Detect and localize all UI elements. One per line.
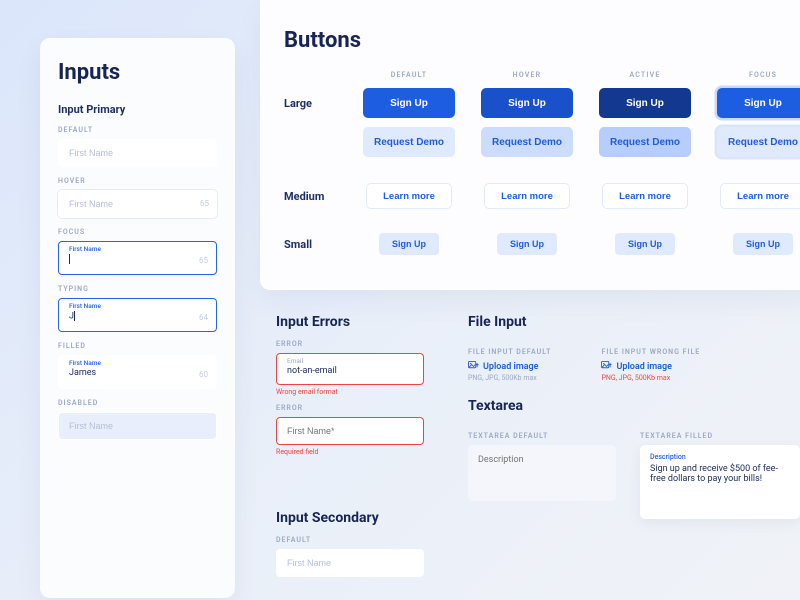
btn-small-default[interactable]: Sign Up — [379, 233, 439, 255]
input-error-required[interactable] — [276, 417, 424, 445]
error1-value: not-an-email — [287, 366, 337, 376]
caret-icon — [69, 254, 70, 264]
state-label-disabled: DISABLED — [58, 399, 217, 407]
col-default: DEFAULT — [350, 71, 468, 79]
input-typing-count: 64 — [199, 299, 208, 333]
caret-icon — [74, 311, 75, 321]
btn-primary-focus[interactable]: Sign Up — [717, 88, 800, 118]
error2-msg: Required field — [276, 448, 446, 456]
input-errors-section: Input Errors ERROR Email not-an-email Wr… — [276, 314, 446, 456]
input-typing-label: First Name — [69, 302, 101, 310]
image-upload-icon — [601, 361, 612, 370]
btn-primary-active[interactable]: Sign Up — [599, 88, 691, 118]
file-wrong-hint: PNG, JPG, 500Kb max — [601, 374, 700, 382]
btn-secondary-default[interactable]: Request Demo — [363, 127, 455, 157]
image-upload-icon — [468, 361, 479, 370]
ta-default-label: TEXTAREA DEFAULT — [468, 432, 616, 440]
file-upload-wrong[interactable]: Upload image — [601, 361, 700, 372]
input-filled-count: 60 — [199, 356, 208, 390]
input-default[interactable] — [58, 139, 217, 167]
file-default-label: FILE INPUT DEFAULT — [468, 348, 551, 356]
btn-outline-default[interactable]: Learn more — [366, 183, 452, 209]
error1-float: Email — [287, 357, 303, 365]
secondary-label: DEFAULT — [276, 536, 476, 544]
input-focus-label: First Name — [69, 245, 101, 253]
btn-secondary-hover[interactable]: Request Demo — [481, 127, 573, 157]
file-textarea-section: File Input FILE INPUT DEFAULT Upload ima… — [468, 314, 778, 519]
input-filled-value: James — [69, 368, 96, 378]
textarea-filled[interactable]: Description Sign up and receive $500 of … — [640, 445, 800, 519]
state-label-hover: HOVER — [58, 177, 217, 185]
buttons-title: Buttons — [284, 28, 800, 53]
btn-small-focus[interactable]: Sign Up — [733, 233, 793, 255]
state-label-focus: FOCUS — [58, 228, 217, 236]
input-focus[interactable]: First Name 65 — [58, 241, 217, 275]
btn-small-active[interactable]: Sign Up — [615, 233, 675, 255]
textarea-title: Textarea — [468, 398, 778, 414]
errors-title: Input Errors — [276, 314, 446, 330]
btn-secondary-active[interactable]: Request Demo — [599, 127, 691, 157]
btn-outline-focus[interactable]: Learn more — [720, 183, 800, 209]
ta-filled-value: Sign up and receive $500 of fee-free dol… — [650, 464, 790, 484]
btn-outline-active[interactable]: Learn more — [602, 183, 688, 209]
btn-primary-default[interactable]: Sign Up — [363, 88, 455, 118]
input-typing[interactable]: First Name J 64 — [58, 298, 217, 332]
error1-msg: Wrong email format — [276, 388, 446, 396]
error1-label: ERROR — [276, 340, 446, 348]
btn-small-hover[interactable]: Sign Up — [497, 233, 557, 255]
file-title: File Input — [468, 314, 778, 330]
file-default-hint: PNG, JPG, 500Kb max — [468, 374, 551, 382]
input-error-email[interactable]: Email not-an-email — [276, 353, 424, 385]
file-upload-default[interactable]: Upload image — [468, 361, 551, 372]
state-label-default: DEFAULT — [58, 126, 217, 134]
error2-label: ERROR — [276, 404, 446, 412]
buttons-card: Buttons DEFAULT HOVER ACTIVE FOCUS Large… — [260, 0, 800, 290]
input-hover[interactable] — [58, 190, 217, 218]
inputs-section: Input Primary — [58, 103, 217, 116]
btn-secondary-focus[interactable]: Request Demo — [717, 127, 800, 157]
inputs-title: Inputs — [58, 60, 217, 85]
col-active: ACTIVE — [586, 71, 704, 79]
col-hover: HOVER — [468, 71, 586, 79]
row-large: Large — [284, 97, 350, 110]
input-filled[interactable]: First Name James 60 — [58, 355, 217, 389]
input-hover-count: 65 — [200, 190, 209, 218]
input-disabled — [58, 412, 217, 440]
input-focus-count: 65 — [199, 242, 208, 276]
btn-outline-hover[interactable]: Learn more — [484, 183, 570, 209]
secondary-title: Input Secondary — [276, 510, 476, 526]
row-small: Small — [284, 238, 350, 251]
input-filled-label: First Name — [69, 359, 101, 367]
textarea-default[interactable] — [468, 445, 616, 501]
state-label-filled: FILLED — [58, 342, 217, 350]
ta-filled-float: Description — [650, 453, 790, 461]
inputs-card: Inputs Input Primary DEFAULT HOVER 65 FO… — [40, 38, 235, 598]
col-focus: FOCUS — [704, 71, 800, 79]
input-secondary[interactable] — [276, 549, 424, 577]
ta-filled-label: TEXTAREA FILLED — [640, 432, 800, 440]
input-secondary-section: Input Secondary DEFAULT — [276, 510, 476, 577]
row-medium: Medium — [284, 190, 350, 203]
btn-primary-hover[interactable]: Sign Up — [481, 88, 573, 118]
state-label-typing: TYPING — [58, 285, 217, 293]
file-wrong-label: FILE INPUT WRONG FILE — [601, 348, 700, 356]
